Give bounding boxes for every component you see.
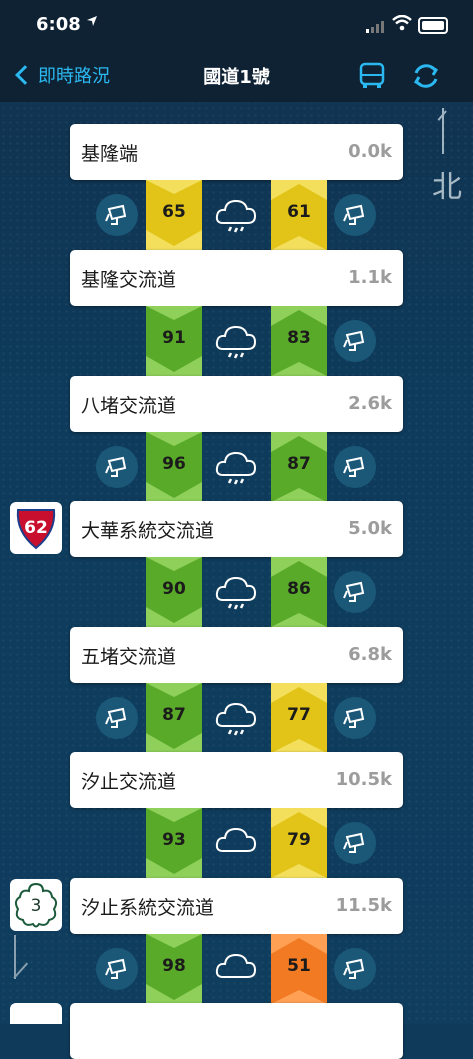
camera-icon[interactable] [96,194,138,236]
station-card[interactable]: 基隆交流道 1.1k [70,250,403,306]
cloud-icon [213,821,259,871]
southbound-speed-tile[interactable]: 91 [146,306,202,376]
northbound-speed-tile[interactable]: 51 [271,934,327,1004]
station-card[interactable]: 汐止系統交流道 11.5k [70,878,403,934]
station-km: 5.0k [348,518,392,539]
station-km: 10.5k [335,769,392,790]
northbound-speed: 83 [287,328,311,348]
bus-icon [359,62,385,88]
rain-cloud-icon [213,570,259,620]
svg-text:62: 62 [24,518,48,538]
station-name: 基隆交流道 [81,269,177,291]
station-name: 八堵交流道 [81,395,177,417]
camera-icon[interactable] [334,571,376,613]
station-card[interactable]: 大華系統交流道 5.0k [70,501,403,557]
refresh-button[interactable] [411,61,441,95]
route-62-badge[interactable]: 62 [10,502,62,554]
northbound-speed-tile[interactable]: 77 [271,683,327,753]
station-card[interactable]: 基隆端 0.0k [70,124,403,180]
svg-text:3: 3 [31,896,42,916]
southbound-speed-tile[interactable]: 96 [146,432,202,502]
camera-icon[interactable] [96,446,138,488]
southbound-speed: 65 [162,202,186,222]
status-bar: 6:08 [0,0,473,50]
camera-icon[interactable] [334,822,376,864]
cellular-signal-icon [366,18,386,37]
traffic-segment: 98 51 [0,934,473,1004]
refresh-icon [413,64,439,88]
home-indicator [152,1007,322,1013]
station-name: 大華系統交流道 [81,520,215,542]
northbound-speed: 87 [287,454,311,474]
southbound-speed-tile[interactable]: 87 [146,683,202,753]
northbound-speed-tile[interactable]: 61 [271,180,327,250]
station-card[interactable]: 汐止交流道 10.5k [70,752,403,808]
northbound-speed: 77 [287,705,311,725]
station-name: 汐止交流道 [81,771,177,793]
rain-cloud-icon [213,193,259,243]
camera-icon[interactable] [334,320,376,362]
southbound-speed: 87 [162,705,186,725]
northbound-speed: 51 [287,956,311,976]
station-km: 11.5k [335,895,392,916]
camera-icon[interactable] [96,948,138,990]
northbound-speed-tile[interactable]: 86 [271,557,327,627]
northbound-speed-tile[interactable]: 79 [271,808,327,878]
station-name: 基隆端 [81,143,139,165]
route-3-badge[interactable]: 3 [10,879,62,931]
cloud-icon [213,947,259,997]
southbound-speed: 96 [162,454,186,474]
camera-icon[interactable] [334,194,376,236]
traffic-segment: 87 77 [0,683,473,753]
station-card[interactable]: 八堵交流道 2.6k [70,376,403,432]
traffic-segment: 96 87 [0,432,473,502]
southbound-speed: 91 [162,328,186,348]
station-card[interactable]: 五堵交流道 6.8k [70,627,403,683]
southbound-speed-tile[interactable]: 65 [146,180,202,250]
navigation-bar: 即時路況 國道1號 [0,50,473,102]
southbound-speed-tile[interactable]: 93 [146,808,202,878]
traffic-segment: 90 86 [0,557,473,627]
northbound-speed: 86 [287,579,311,599]
station-km: 1.1k [348,267,392,288]
camera-icon[interactable] [334,948,376,990]
rain-cloud-icon [213,696,259,746]
page-title: 國道1號 [203,67,270,88]
traffic-segment: 65 61 [0,180,473,250]
camera-icon[interactable] [334,446,376,488]
route-badge-partial [10,1003,62,1024]
camera-icon[interactable] [96,697,138,739]
station-name: 汐止系統交流道 [81,897,215,919]
traffic-segment: 93 79 [0,808,473,878]
station-km: 6.8k [348,644,392,665]
status-time: 6:08 [36,14,81,35]
north-arrow-icon [442,108,444,154]
battery-icon [418,17,448,34]
bus-button[interactable] [358,62,386,94]
traffic-segment: 91 83 [0,306,473,376]
camera-icon[interactable] [334,697,376,739]
station-km: 2.6k [348,393,392,414]
southbound-speed-tile[interactable]: 90 [146,557,202,627]
northbound-speed: 61 [287,202,311,222]
southbound-speed: 90 [162,579,186,599]
northbound-speed: 79 [287,830,311,850]
station-name: 五堵交流道 [81,646,177,668]
wifi-icon [392,14,412,35]
location-arrow-icon [86,15,98,31]
northbound-speed-tile[interactable]: 83 [271,306,327,376]
rain-cloud-icon [213,445,259,495]
southbound-speed-tile[interactable]: 98 [146,934,202,1004]
northbound-speed-tile[interactable]: 87 [271,432,327,502]
southbound-speed: 93 [162,830,186,850]
station-km: 0.0k [348,141,392,162]
southbound-speed: 98 [162,956,186,976]
rain-cloud-icon [213,319,259,369]
